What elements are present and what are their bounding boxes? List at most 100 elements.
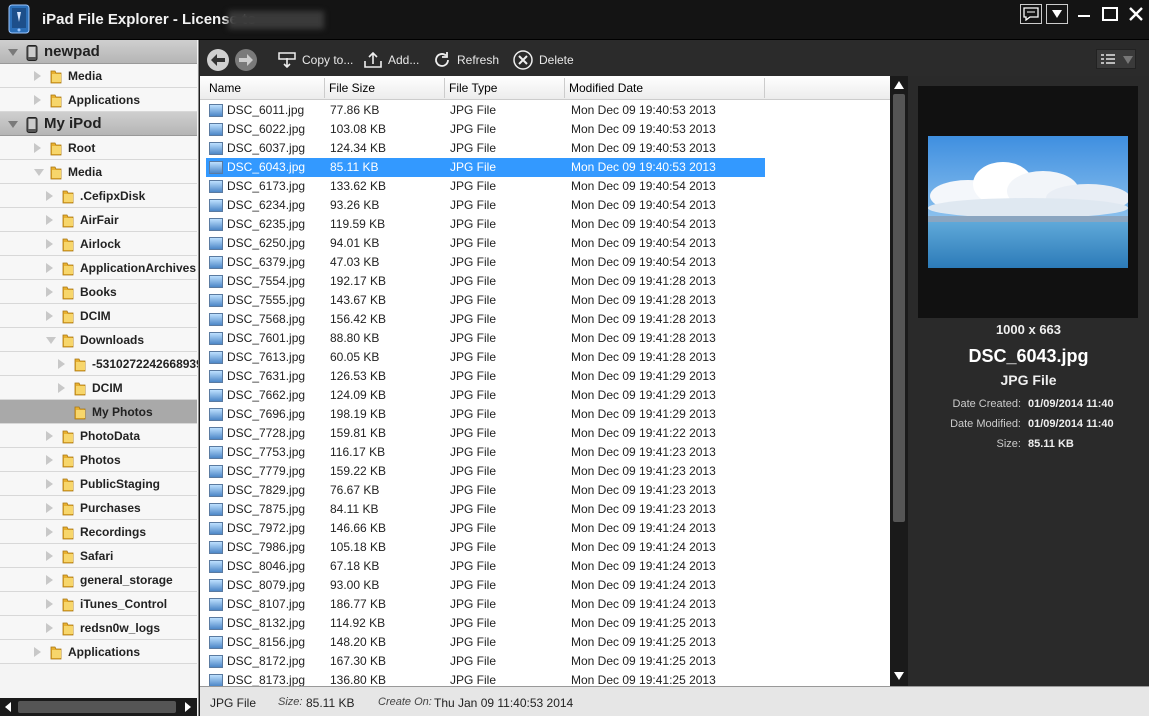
table-row[interactable]: DSC_7568.jpg 156.42 KB JPG File Mon Dec 09 … [206,310,890,329]
tree-folder[interactable]: -531027224266893983459 [0,352,198,376]
tree-folder[interactable]: Airlock [0,232,197,256]
table-row[interactable]: DSC_7986.jpg 105.18 KB JPG File Mon Dec 09 … [206,538,890,557]
file-list-scroll-thumb[interactable] [893,94,905,522]
tree-folder[interactable]: Purchases [0,496,197,520]
table-row[interactable]: DSC_7779.jpg 159.22 KB JPG File Mon Dec 09 … [206,462,890,481]
file-list-vertical-scrollbar[interactable] [890,76,908,686]
tree-folder[interactable]: Media [0,64,197,88]
table-row[interactable]: DSC_6022.jpg 103.08 KB JPG File Mon Dec 09 … [206,120,890,139]
view-mode-button[interactable] [1096,49,1136,69]
expand-arrow-down-icon[interactable] [8,49,18,56]
expand-arrow-right-icon[interactable] [46,479,53,489]
tree-device[interactable]: newpad [0,40,197,64]
tree-folder[interactable]: ApplicationArchives [0,256,197,280]
expand-arrow-right-icon[interactable] [46,575,53,585]
expand-arrow-right-icon[interactable] [34,95,41,105]
add-button[interactable]: Add... [364,49,419,71]
forward-button[interactable] [235,49,257,71]
expand-arrow-right-icon[interactable] [46,503,53,513]
expand-arrow-right-icon[interactable] [34,71,41,81]
table-row[interactable]: DSC_6379.jpg 47.03 KB JPG File Mon Dec 09 1… [206,253,890,272]
expand-arrow-right-icon[interactable] [46,191,53,201]
expand-arrow-right-icon[interactable] [46,239,53,249]
expand-arrow-right-icon[interactable] [46,215,53,225]
table-row[interactable]: DSC_7555.jpg 143.67 KB JPG File Mon Dec 09 … [206,291,890,310]
expand-arrow-right-icon[interactable] [46,551,53,561]
table-row[interactable]: DSC_7972.jpg 146.66 KB JPG File Mon Dec 09 … [206,519,890,538]
expand-arrow-right-icon[interactable] [34,143,41,153]
tree-folder[interactable]: DCIM [0,304,197,328]
column-divider[interactable] [764,78,765,98]
table-row[interactable]: DSC_7728.jpg 159.81 KB JPG File Mon Dec 09 … [206,424,890,443]
expand-arrow-right-icon[interactable] [46,311,53,321]
tree-folder[interactable]: Safari [0,544,197,568]
expand-arrow-right-icon[interactable] [46,455,53,465]
tree-folder[interactable]: iTunes_Control [0,592,197,616]
table-row[interactable]: DSC_8046.jpg 67.18 KB JPG File Mon Dec 09 1… [206,557,890,576]
table-row[interactable]: DSC_8132.jpg 114.92 KB JPG File Mon Dec 09 … [206,614,890,633]
column-header-size[interactable]: File Size [329,81,375,95]
feedback-button[interactable] [1020,4,1042,24]
column-divider[interactable] [564,78,565,98]
scroll-right-icon[interactable] [184,702,192,712]
refresh-button[interactable]: Refresh [433,49,499,71]
tree-folder[interactable]: Books [0,280,197,304]
table-row[interactable]: DSC_7696.jpg 198.19 KB JPG File Mon Dec 09 … [206,405,890,424]
tree-folder[interactable]: Photos [0,448,197,472]
tree-folder[interactable]: My Photos [0,400,197,424]
tree-folder[interactable]: PhotoData [0,424,197,448]
tree-scroll-thumb[interactable] [18,701,176,713]
expand-arrow-down-icon[interactable] [8,121,18,128]
tree-folder[interactable]: Root [0,136,197,160]
maximize-button[interactable] [1098,2,1122,26]
table-row[interactable]: DSC_7753.jpg 116.17 KB JPG File Mon Dec 09 … [206,443,890,462]
expand-arrow-right-icon[interactable] [58,383,65,393]
expand-arrow-right-icon[interactable] [46,431,53,441]
menu-dropdown-button[interactable] [1046,4,1068,24]
minimize-button[interactable] [1072,2,1096,26]
scroll-up-icon[interactable] [894,81,904,89]
table-row[interactable]: DSC_7875.jpg 84.11 KB JPG File Mon Dec 09 1… [206,500,890,519]
table-row[interactable]: DSC_7601.jpg 88.80 KB JPG File Mon Dec 09 1… [206,329,890,348]
table-row[interactable]: DSC_6234.jpg 93.26 KB JPG File Mon Dec 09 1… [206,196,890,215]
column-divider[interactable] [324,78,325,98]
expand-arrow-right-icon[interactable] [46,287,53,297]
delete-button[interactable]: Delete [513,49,574,71]
expand-arrow-right-icon[interactable] [58,359,65,369]
tree-folder[interactable]: Applications [0,640,197,664]
table-row[interactable]: DSC_8173.jpg 136.80 KB JPG File Mon Dec 09 … [206,671,890,686]
tree-folder[interactable]: Applications [0,88,197,112]
tree-folder[interactable]: PublicStaging [0,472,197,496]
table-row[interactable]: DSC_7554.jpg 192.17 KB JPG File Mon Dec 09 … [206,272,890,291]
expand-arrow-down-icon[interactable] [46,337,56,344]
table-row[interactable]: DSC_7613.jpg 60.05 KB JPG File Mon Dec 09 1… [206,348,890,367]
tree-horizontal-scrollbar[interactable] [0,698,197,716]
table-row[interactable]: DSC_6011.jpg 77.86 KB JPG File Mon Dec 09 1… [206,101,890,120]
back-button[interactable] [207,49,229,71]
column-header-type[interactable]: File Type [449,81,497,95]
tree-folder[interactable]: DCIM [0,376,197,400]
tree-device[interactable]: My iPod [0,112,197,136]
expand-arrow-right-icon[interactable] [46,599,53,609]
expand-arrow-down-icon[interactable] [34,169,44,176]
table-row[interactable]: DSC_7662.jpg 124.09 KB JPG File Mon Dec 09 … [206,386,890,405]
tree-folder[interactable]: AirFair [0,208,197,232]
table-row[interactable]: DSC_6037.jpg 124.34 KB JPG File Mon Dec 09 … [206,139,890,158]
tree-folder[interactable]: Recordings [0,520,197,544]
table-row[interactable]: DSC_6235.jpg 119.59 KB JPG File Mon Dec 09 … [206,215,890,234]
copy-to-button[interactable]: Copy to... [278,49,353,71]
close-button[interactable] [1124,2,1148,26]
scroll-left-icon[interactable] [4,702,12,712]
column-divider[interactable] [444,78,445,98]
expand-arrow-right-icon[interactable] [46,623,53,633]
tree-folder[interactable]: Media [0,160,197,184]
table-row[interactable]: DSC_6250.jpg 94.01 KB JPG File Mon Dec 09 1… [206,234,890,253]
table-row[interactable]: DSC_7631.jpg 126.53 KB JPG File Mon Dec 09 … [206,367,890,386]
tree-folder[interactable]: .CefipxDisk [0,184,197,208]
table-row[interactable]: DSC_6173.jpg 133.62 KB JPG File Mon Dec 09 … [206,177,890,196]
tree-folder[interactable]: redsn0w_logs [0,616,197,640]
tree-folder[interactable]: general_storage [0,568,197,592]
table-row[interactable]: DSC_6043.jpg 85.11 KB JPG File Mon Dec 09 1… [206,158,765,177]
scroll-down-icon[interactable] [894,672,904,680]
column-header-name[interactable]: Name [209,81,241,95]
